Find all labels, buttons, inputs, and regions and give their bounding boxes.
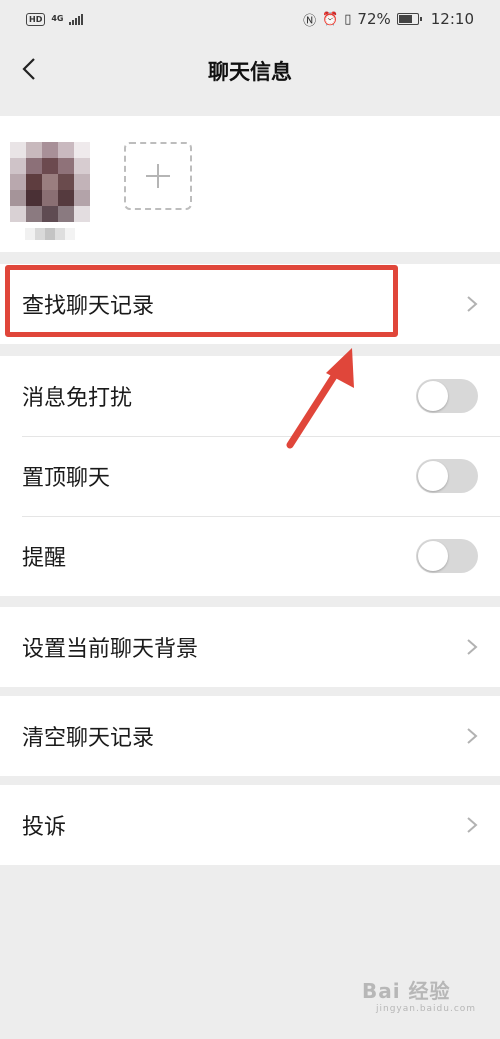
mute-toggle[interactable] — [416, 379, 478, 413]
member-name-blurred — [25, 228, 75, 240]
chevron-left-icon — [22, 58, 35, 80]
toggle-knob — [418, 541, 448, 571]
sticky-row: 置顶聊天 — [0, 436, 500, 516]
remind-toggle[interactable] — [416, 539, 478, 573]
watermark-url: jingyan.baidu.com — [376, 1004, 477, 1014]
add-member-button[interactable] — [124, 142, 192, 210]
settings-toggle-group: 消息免打扰 置顶聊天 提醒 — [0, 356, 500, 596]
annotation-highlight-box — [5, 265, 398, 337]
watermark-logo: Bai 经验 — [362, 979, 451, 1003]
status-right: Ⓝ ⏰ ▯ 72% 12:10 — [303, 10, 474, 29]
chevron-right-icon — [467, 728, 478, 744]
clear-group: 清空聊天记录 — [0, 696, 500, 776]
members-panel — [0, 116, 500, 252]
chevron-right-icon — [467, 817, 478, 833]
clear-history-row[interactable]: 清空聊天记录 — [0, 696, 500, 776]
toggle-knob — [418, 461, 448, 491]
remind-label: 提醒 — [22, 546, 67, 571]
hd-badge: HD — [26, 12, 46, 26]
signal-icon — [69, 13, 84, 25]
battery-icon — [396, 13, 422, 25]
avatar — [10, 142, 90, 222]
mute-row: 消息免打扰 — [0, 356, 500, 436]
clear-history-label: 清空聊天记录 — [22, 726, 155, 751]
nav-bar: 聊天信息 — [0, 38, 500, 104]
chevron-right-icon — [467, 296, 478, 312]
alarm-icon: ⏰ — [322, 11, 339, 27]
clock: 12:10 — [430, 10, 474, 28]
background-group: 设置当前聊天背景 — [0, 607, 500, 687]
complain-label: 投诉 — [22, 815, 67, 840]
status-left: HD 4G — [26, 12, 84, 26]
status-bar: HD 4G Ⓝ ⏰ ▯ 72% 12:10 — [0, 0, 500, 38]
sticky-toggle[interactable] — [416, 459, 478, 493]
remind-row: 提醒 — [0, 516, 500, 596]
plus-icon — [146, 164, 170, 188]
sticky-label: 置顶聊天 — [22, 466, 111, 491]
page-title: 聊天信息 — [208, 60, 292, 84]
battery-percent: 72% — [357, 10, 391, 28]
member-avatar[interactable] — [10, 142, 90, 250]
set-background-label: 设置当前聊天背景 — [22, 637, 199, 662]
complain-group: 投诉 — [0, 785, 500, 865]
chevron-right-icon — [467, 639, 478, 655]
back-button[interactable] — [12, 52, 46, 86]
nfc-icon: Ⓝ — [303, 13, 317, 29]
set-background-row[interactable]: 设置当前聊天背景 — [0, 607, 500, 687]
annotation-arrow-icon — [286, 348, 354, 449]
network-type: 4G — [51, 14, 64, 23]
mute-label: 消息免打扰 — [22, 386, 133, 411]
vibrate-icon: ▯ — [344, 11, 352, 27]
toggle-knob — [418, 381, 448, 411]
baidu-watermark: Bai 经验 jingyan.baidu.com — [362, 975, 477, 1017]
complain-row[interactable]: 投诉 — [0, 785, 500, 865]
